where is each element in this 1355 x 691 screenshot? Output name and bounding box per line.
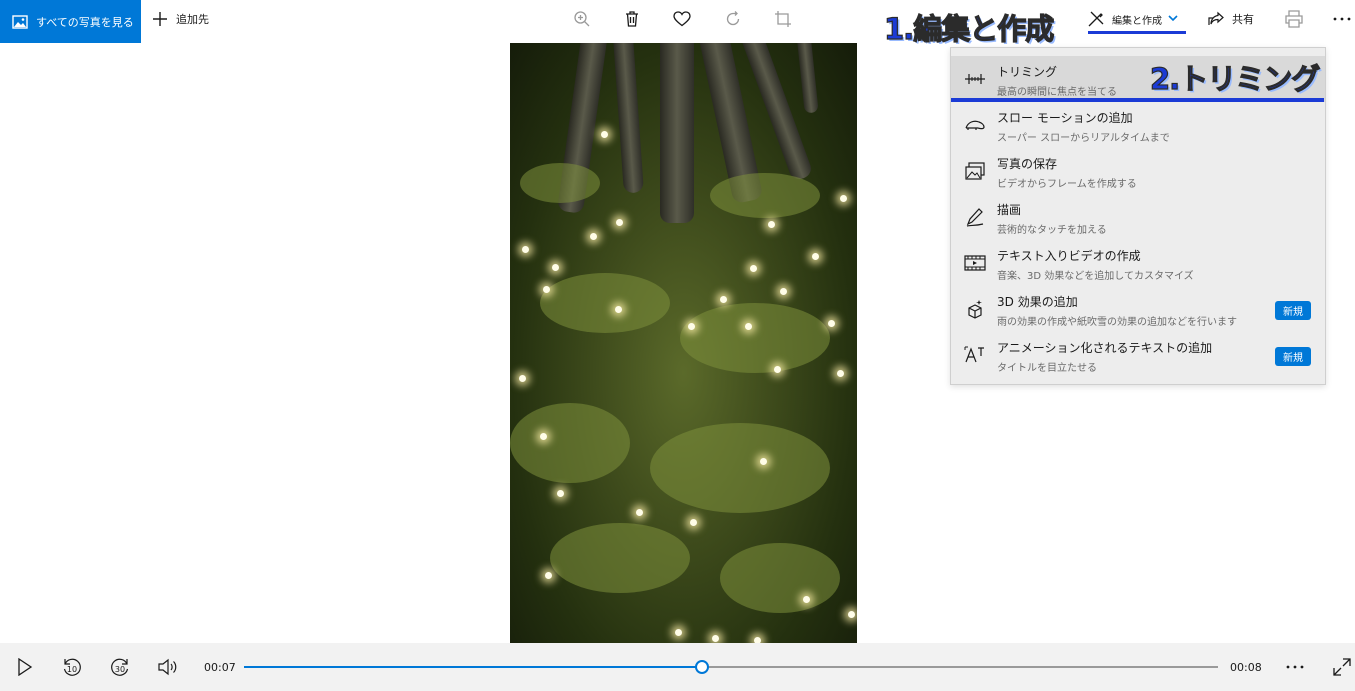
add-to-label: 追加先 [176,13,209,26]
menu-item-title: アニメーション化されるテキストの追加 [997,341,1213,355]
menu-item-subtitle: スーパー スローからリアルタイムまで [997,133,1170,144]
total-time: 00:08 [1230,661,1262,674]
volume-icon [158,658,177,676]
rotate-icon[interactable] [723,9,743,29]
play-button[interactable] [13,655,37,679]
rewind-icon: 10 [63,658,81,676]
top-toolbar: すべての写真を見る 追加先 編集と作成 共有 [0,0,1355,43]
seek-thumb[interactable] [694,660,709,674]
new-badge: 新規 [1275,347,1311,366]
menu-item-slow-motion[interactable]: スロー モーションの追加 スーパー スローからリアルタイムまで [951,102,1325,148]
edit-create-label: 編集と作成 [1112,15,1162,27]
menu-item-title: スロー モーションの追加 [997,111,1133,125]
add-to-button[interactable]: 追加先 [152,0,209,38]
menu-item-subtitle: 最高の瞬間に焦点を当てる [997,87,1117,98]
chevron-down-icon [1168,14,1186,25]
menu-item-title: 描画 [997,203,1022,217]
menu-item-subtitle: タイトルを目立たせる [997,363,1097,374]
menu-item-3d-effects[interactable]: 3D 効果の追加 雨の効果の作成や紙吹雪の効果の追加などを行います 新規 [951,286,1325,332]
save-photo-icon [963,159,987,183]
draw-icon [963,205,987,229]
menu-item-title: 写真の保存 [997,157,1058,171]
3d-effects-icon [963,297,987,321]
menu-item-subtitle: 雨の効果の作成や紙吹雪の効果の追加などを行います [997,317,1237,328]
annotation-underline-1 [1088,31,1186,34]
player-more-button[interactable] [1283,655,1307,679]
edit-create-icon [1088,11,1104,27]
trim-icon [963,67,987,91]
annotation-step1: 1.編集と作成 [883,11,1054,46]
forward-label: 30 [115,665,125,674]
menu-item-save-photo[interactable]: 写真の保存 ビデオからフレームを作成する [951,148,1325,194]
see-all-photos-button[interactable]: すべての写真を見る [0,0,141,43]
favorite-icon[interactable] [672,9,692,29]
video-text-icon [963,251,987,275]
menu-item-subtitle: 芸術的なタッチを加える [997,225,1107,236]
share-icon [1208,11,1224,25]
menu-item-title: トリミング [997,65,1058,79]
print-icon[interactable] [1284,9,1304,29]
play-icon [18,658,33,676]
menu-item-animated-text[interactable]: アニメーション化されるテキストの追加 タイトルを目立たせる 新規 [951,332,1325,378]
current-time: 00:07 [204,661,236,674]
forward-icon: 30 [111,658,129,676]
slow-motion-icon [963,113,987,137]
playback-bar: 10 30 00:07 00:08 [0,643,1355,691]
new-badge: 新規 [1275,301,1311,320]
menu-item-subtitle: 音楽、3D 効果などを追加してカスタマイズ [997,271,1194,282]
more-icon[interactable] [1332,9,1352,29]
seek-bar[interactable] [244,660,1218,674]
menu-item-draw[interactable]: 描画 芸術的なタッチを加える [951,194,1325,240]
annotation-underline-2 [951,98,1324,102]
rewind-10-button[interactable]: 10 [60,655,84,679]
annotation-step2: 2.トリミング [1149,61,1320,96]
fullscreen-button[interactable] [1330,655,1354,679]
forward-30-button[interactable]: 30 [108,655,132,679]
volume-button[interactable] [156,655,180,679]
rewind-label: 10 [67,665,77,674]
menu-item-title: テキスト入りビデオの作成 [997,249,1141,263]
crop-icon[interactable] [773,9,793,29]
video-frame[interactable] [510,43,857,643]
menu-item-video-text[interactable]: テキスト入りビデオの作成 音楽、3D 効果などを追加してカスタマイズ [951,240,1325,286]
more-icon [1286,665,1304,669]
seek-bar-progress [244,666,702,668]
photo-icon [12,14,28,29]
menu-item-title: 3D 効果の追加 [997,295,1078,309]
see-all-photos-label: すべての写真を見る [36,15,134,29]
delete-icon[interactable] [622,9,642,29]
plus-icon [153,12,167,26]
menu-item-subtitle: ビデオからフレームを作成する [997,179,1137,190]
share-button[interactable]: 共有 [1208,0,1254,38]
zoom-icon[interactable] [572,9,592,29]
share-label: 共有 [1232,13,1254,26]
fullscreen-icon [1333,658,1351,676]
animated-text-icon [963,343,987,367]
